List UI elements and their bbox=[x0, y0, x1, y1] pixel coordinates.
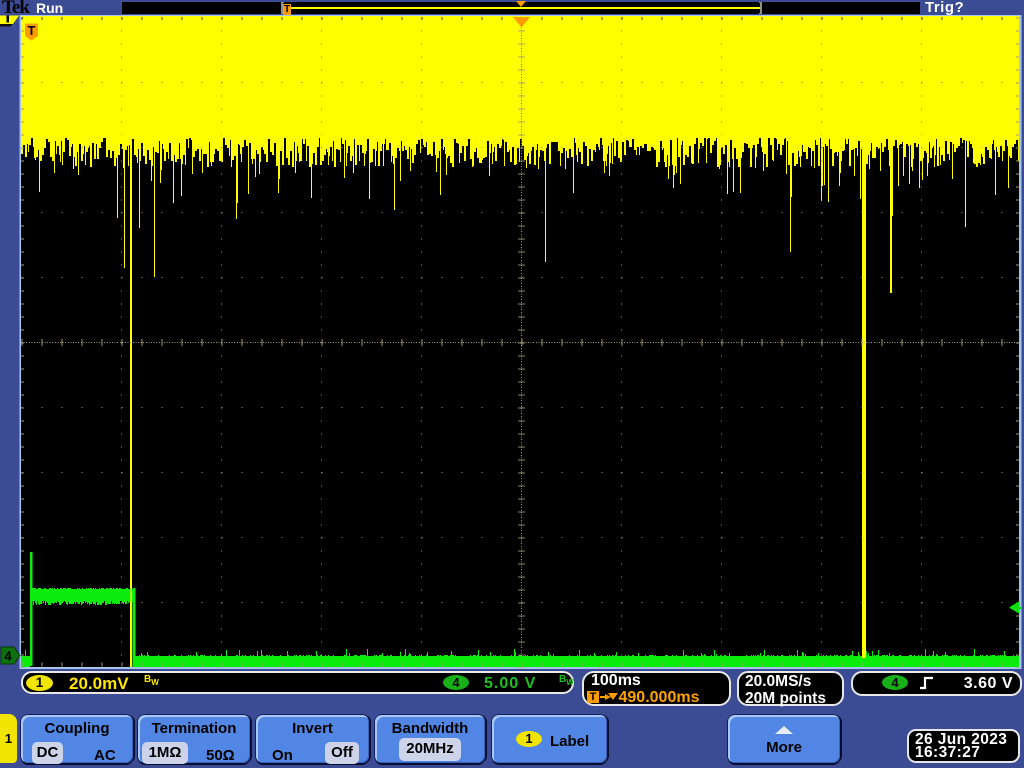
svg-text:T: T bbox=[28, 23, 36, 38]
svg-text:4: 4 bbox=[4, 649, 12, 664]
